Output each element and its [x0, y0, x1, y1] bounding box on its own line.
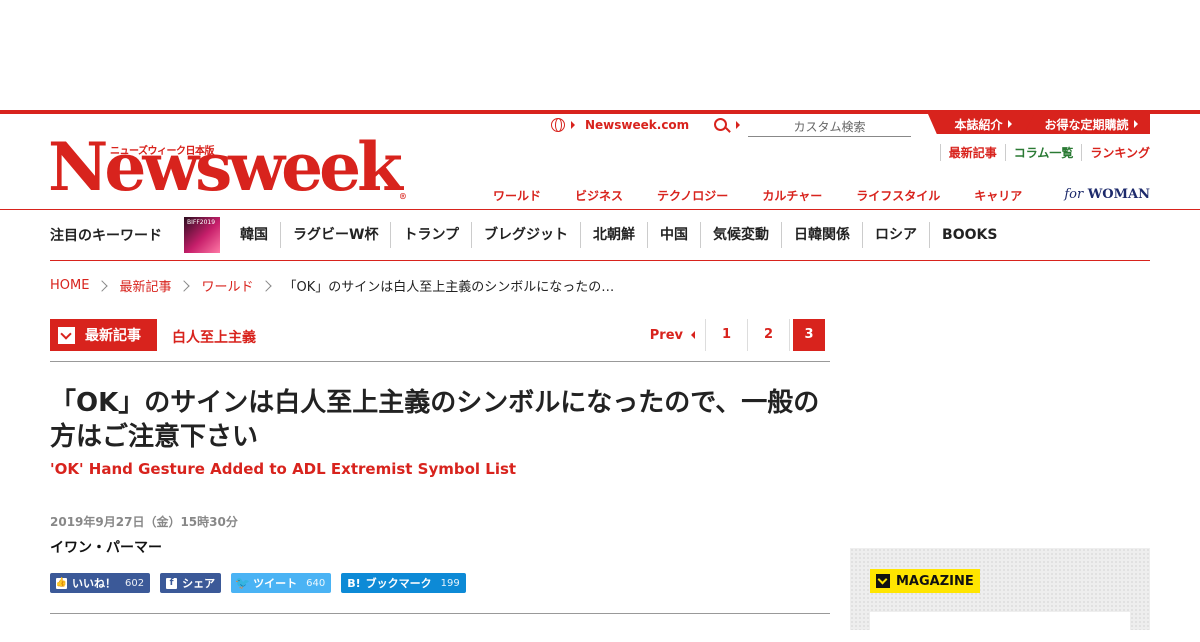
divider: [50, 613, 830, 614]
prev-page-button[interactable]: Prev: [650, 319, 706, 351]
nav-technology[interactable]: テクノロジー: [640, 187, 745, 204]
tweet-count: 640: [306, 577, 326, 589]
logo-registered-mark: ®: [398, 191, 407, 201]
bookmark-label: ブックマーク: [365, 577, 432, 590]
keyword-bar-label: 注目のキーワード: [50, 228, 162, 244]
facebook-like-button[interactable]: 👍 いいね！ 602: [50, 573, 151, 593]
breadcrumb: HOME 最新記事 ワールド 「OK」のサインは白人至上主義のシンボルになったの…: [50, 276, 614, 295]
newsweek-com-link[interactable]: Newsweek.com: [551, 118, 689, 132]
keyword-brexit[interactable]: ブレグジット: [472, 222, 582, 248]
article-title: 「OK」のサインは白人至上主義のシンボルになったので、一般の方はご注意下さい: [50, 388, 820, 452]
for-woman-label: WOMAN: [1087, 187, 1150, 202]
sub-links: 最新記事 コラム一覧 ランキング: [939, 144, 1150, 161]
nav-world[interactable]: ワールド: [476, 187, 558, 204]
newsweek-logo[interactable]: Newsweek®: [48, 134, 407, 200]
check-icon: [58, 326, 75, 344]
bookmark-count: 199: [440, 577, 460, 589]
caret-right-icon: [1133, 120, 1138, 128]
keyword-climate-change[interactable]: 気候変動: [701, 222, 783, 248]
logo-text: Newsweek: [48, 128, 403, 206]
share-label: シェア: [182, 577, 216, 590]
magazine-card[interactable]: [870, 612, 1130, 642]
keyword-japan-korea-relations[interactable]: 日韓関係: [782, 222, 864, 248]
social-buttons: 👍 いいね！ 602 f シェア 🐦 ツイート 640 B! ブックマーク 19…: [50, 573, 466, 593]
pagination: Prev 1 2 3: [650, 319, 825, 351]
nav-lifestyle[interactable]: ライフスタイル: [839, 187, 957, 204]
keyword-trump[interactable]: トランプ: [391, 222, 473, 248]
magazine-badge[interactable]: MAGAZINE: [870, 569, 980, 593]
caret-right-icon: [1007, 120, 1012, 128]
for-woman-link[interactable]: for WOMAN: [1064, 187, 1150, 202]
magazine-label: MAGAZINE: [896, 573, 974, 589]
site-link-label: Newsweek.com: [585, 118, 690, 132]
main-nav: ワールド ビジネス テクノロジー カルチャー ライフスタイル キャリア: [476, 187, 1039, 204]
keyword-china[interactable]: 中国: [648, 222, 702, 248]
check-icon: [876, 574, 890, 588]
keyword-russia[interactable]: ロシア: [863, 222, 931, 248]
site-header: ニューズウィーク日本版 Newsweek® Newsweek.com 本誌紹介 …: [0, 114, 1200, 210]
nav-career[interactable]: キャリア: [957, 187, 1039, 204]
nav-culture[interactable]: カルチャー: [745, 187, 839, 204]
subscribe-label: お得な定期購読: [1044, 117, 1129, 132]
chevron-right-icon: [260, 279, 273, 292]
hatena-bookmark-icon: B!: [347, 576, 361, 590]
chevron-right-icon: [178, 279, 191, 292]
search-icon[interactable]: [714, 118, 727, 131]
breadcrumb-world[interactable]: ワールド: [201, 276, 253, 295]
caret-right-icon: [571, 121, 575, 129]
facebook-share-button[interactable]: f シェア: [160, 573, 222, 593]
article-date: 2019年9月27日（金）15時30分: [50, 515, 238, 529]
keyword-thumbnail[interactable]: BIFF2019: [184, 217, 220, 253]
about-magazine-button[interactable]: 本誌紹介: [928, 114, 1038, 134]
for-woman-prefix: for: [1064, 187, 1084, 202]
breadcrumb-current: 「OK」のサインは白人至上主義のシンボルになったの…: [283, 280, 615, 295]
like-count: 602: [125, 577, 145, 589]
breadcrumb-latest[interactable]: 最新記事: [119, 276, 171, 295]
tweet-button[interactable]: 🐦 ツイート 640: [231, 573, 332, 593]
latest-articles-badge[interactable]: 最新記事: [50, 319, 157, 351]
breadcrumb-home[interactable]: HOME: [50, 278, 89, 293]
columns-link[interactable]: コラム一覧: [1004, 144, 1082, 161]
globe-icon: [551, 118, 565, 132]
ranking-link[interactable]: ランキング: [1081, 144, 1150, 161]
ad-space: [0, 0, 1200, 110]
twitter-bird-icon: 🐦: [235, 576, 251, 590]
keyword-rugby-world-cup[interactable]: ラグビーW杯: [281, 222, 392, 248]
like-label: いいね！: [72, 577, 116, 590]
section-badge-label: 最新記事: [85, 328, 141, 344]
keyword-bar: 注目のキーワード BIFF2019 韓国 ラグビーW杯 トランプ ブレグジット …: [50, 210, 1150, 261]
keyword-korea[interactable]: 韓国: [228, 222, 281, 248]
page-2-button[interactable]: 2: [748, 319, 790, 351]
caret-left-icon: [691, 331, 695, 339]
article-subtitle: 'OK' Hand Gesture Added to ADL Extremist…: [50, 460, 517, 478]
caret-right-icon: [736, 121, 740, 129]
facebook-icon: f: [166, 577, 178, 589]
thumbnail-text: BIFF2019: [187, 219, 216, 226]
topic-tag[interactable]: 白人至上主義: [172, 327, 256, 347]
prev-label: Prev: [649, 327, 683, 343]
nav-business[interactable]: ビジネス: [558, 187, 640, 204]
page-1-button[interactable]: 1: [706, 319, 748, 351]
thumbs-up-icon: 👍: [55, 577, 68, 589]
article-author[interactable]: イワン・パーマー: [50, 537, 162, 557]
page-3-current: 3: [793, 319, 825, 351]
keyword-north-korea[interactable]: 北朝鮮: [581, 222, 649, 248]
keyword-books[interactable]: BOOKS: [930, 222, 1009, 248]
hatena-bookmark-button[interactable]: B! ブックマーク 199: [341, 573, 466, 593]
search-input[interactable]: [748, 117, 911, 137]
chevron-right-icon: [96, 279, 109, 292]
section-header: 最新記事 白人至上主義 Prev 1 2 3: [50, 319, 830, 362]
tweet-label: ツイート: [253, 577, 298, 590]
latest-articles-link[interactable]: 最新記事: [939, 144, 1005, 161]
about-magazine-label: 本誌紹介: [954, 117, 1003, 132]
sidebar-magazine: MAGAZINE: [850, 548, 1150, 642]
subscribe-button[interactable]: お得な定期購読: [1024, 114, 1150, 134]
